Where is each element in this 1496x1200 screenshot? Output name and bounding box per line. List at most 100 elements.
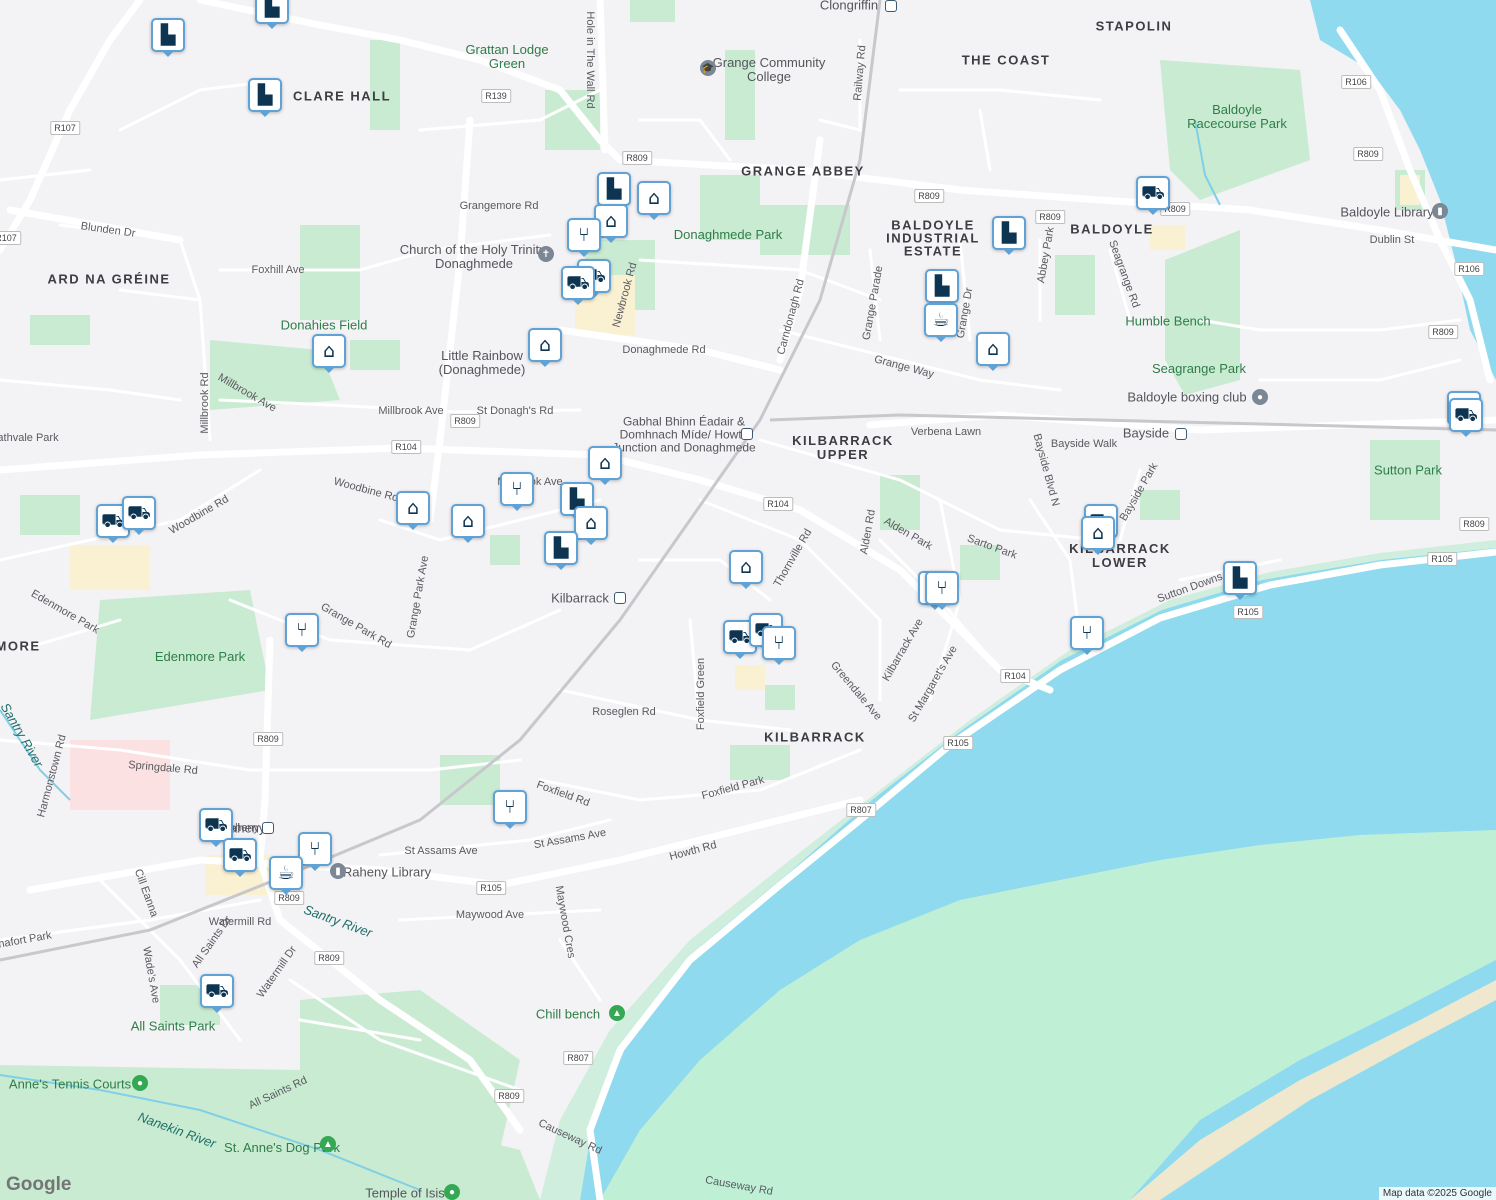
map-pin-school[interactable]: ⌂ [528,328,562,367]
park-label-all-saints-park[interactable]: All Saints Park [131,1019,216,1034]
map-pin-school[interactable]: ⌂ [976,332,1010,371]
map-pin-coffee[interactable]: ☕ [269,856,303,895]
park-label-sutton-park[interactable]: Sutton Park [1374,463,1442,478]
map-pin-shopping-bag[interactable]: ▙ [544,531,578,570]
map-pin-school[interactable]: ⌂ [588,446,622,485]
raheny-library-poi-icon[interactable]: ▮ [330,863,346,879]
map-pin-school[interactable]: ⌂ [451,504,485,543]
road-shield: R107 [0,231,21,245]
howth-junction-station-icon[interactable] [741,428,753,440]
map-pin-shopping-cart[interactable]: ⛟ [1136,176,1170,215]
map-pin-school[interactable]: ⌂ [312,334,346,373]
map-pin-shopping-cart[interactable]: ⛟ [1449,398,1483,437]
shopping-bag-icon: ▙ [257,83,273,106]
school-icon: ⌂ [538,333,552,356]
road-shield: R807 [846,803,876,817]
restaurant-icon: ⑂ [504,795,516,818]
map-pin-restaurant[interactable]: ⑂ [298,832,332,871]
poi-label-little-rainbow[interactable]: Little Rainbow (Donaghmede) [422,349,542,377]
area-label-kilbarrack-upper: KILBARRACK UPPER [792,433,894,462]
poi-label-bayside[interactable]: Bayside [1123,426,1169,441]
shopping-bag-icon: ▙ [160,23,176,46]
road-shield: R809 [622,151,652,165]
poi-label-baldoyle-library[interactable]: Baldoyle Library [1340,205,1433,220]
park-label-chill-bench[interactable]: Chill bench [536,1007,600,1022]
restaurant-icon: ⑂ [1081,621,1093,644]
school-poi-icon[interactable]: 🎓 [700,60,716,76]
map-pin-restaurant[interactable]: ⑂ [925,571,959,610]
school-icon: ⌂ [598,451,612,474]
map-pin-school[interactable]: ⌂ [396,491,430,530]
map-canvas[interactable]: CLARE HALL ARD NA GRÉINE GRANGE ABBEY THE C… [0,0,1496,1200]
park-label-donahies[interactable]: Donahies Field [281,318,368,333]
map-pin-shopping-cart[interactable]: ⛟ [122,496,156,535]
school-icon: ⌂ [322,339,336,362]
map-pin-shopping-bag[interactable]: ▙ [925,269,959,308]
map-pin-shopping-bag[interactable]: ▙ [1223,561,1257,600]
library-poi-icon[interactable]: ▮ [1432,203,1448,219]
map-pin-shopping-bag[interactable]: ▙ [992,216,1026,255]
park-label-baldoyle-racecourse[interactable]: Baldoyle Racecourse Park [1187,103,1287,131]
coffee-icon: ☕ [932,308,950,331]
map-pin-school[interactable]: ⌂ [574,506,608,545]
chill-bench-poi-icon[interactable]: ▲ [609,1005,625,1021]
map-pin-school[interactable]: ⌂ [1081,516,1115,555]
google-logo: Google [6,1174,72,1195]
map-pin-shopping-cart[interactable]: ⛟ [561,266,595,305]
poi-label-baldoyle-boxing[interactable]: Baldoyle boxing club [1127,390,1246,405]
poi-label-raheny-library[interactable]: Raheny Library [343,865,431,880]
map-pin-shopping-bag[interactable]: ▙ [248,78,282,117]
poi-label-grange-college[interactable]: Grange Community College [709,56,829,84]
map-pin-school[interactable]: ⌂ [637,181,671,220]
map-pin-restaurant[interactable]: ⑂ [500,472,534,511]
park-label-humble-bench[interactable]: Humble Bench [1125,314,1210,329]
church-poi-icon[interactable]: ✝ [538,246,554,262]
road-shield: R809 [450,414,480,428]
restaurant-icon: ⑂ [936,576,948,599]
tennis-poi-icon[interactable]: ● [132,1075,148,1091]
map-pin-shopping-bag[interactable]: ▙ [597,172,631,211]
shopping-cart-icon: ⛟ [127,501,151,524]
poi-label-howth-junction[interactable]: Gabhal Bhinn Éadair & Domhnach Míde/ How… [609,415,759,455]
raheny-station-icon[interactable] [262,822,274,834]
shopping-bag-icon: ▙ [606,177,622,200]
bayside-station-icon[interactable] [1175,428,1187,440]
road-label-r18: Dublin St [1369,234,1415,246]
road-shield: R105 [943,736,973,750]
poi-label-church[interactable]: Church of the Holy Trinity, Donaghmede [399,243,549,271]
school-icon: ⌂ [604,209,618,232]
kilbarrack-station-icon[interactable] [614,592,626,604]
shopping-bag-icon: ▙ [934,274,950,297]
map-pin-restaurant[interactable]: ⑂ [567,218,601,257]
map-pin-shopping-cart[interactable]: ⛟ [223,838,257,877]
park-label-st-annes-tennis[interactable]: Anne's Tennis Courts [9,1077,131,1092]
map-pin-restaurant[interactable]: ⑂ [1070,616,1104,655]
map-pin-shopping-bag[interactable]: ▙ [151,18,185,57]
park-label-seagrange[interactable]: Seagrange Park [1139,362,1259,376]
clongriffin-station-icon[interactable] [885,0,897,12]
shopping-bag-icon: ▙ [1001,221,1017,244]
park-label-grattan[interactable]: Grattan Lodge Green [447,43,567,71]
road-label-r38: Maywood Ave [455,909,525,921]
poi-label-kilbarrack-station[interactable]: Kilbarrack [551,591,609,606]
map-pin-shopping-cart[interactable]: ⛟ [200,974,234,1013]
park-label-donaghmede-park[interactable]: Donaghmede Park [668,228,788,242]
poi-label-temple-of-isis[interactable]: Temple of Isis [365,1186,444,1200]
school-icon: ⌂ [406,496,420,519]
temple-poi-icon[interactable]: ● [444,1184,460,1200]
map-pin-shopping-bag[interactable]: ▙ [255,0,289,29]
map-pin-restaurant[interactable]: ⑂ [285,613,319,652]
map-pin-school[interactable]: ⌂ [729,550,763,589]
boxing-club-poi-icon[interactable]: ● [1252,389,1268,405]
poi-label-clongriffin[interactable]: Clongriffin [820,0,878,13]
map-pin-restaurant[interactable]: ⑂ [493,790,527,829]
park-label-edenmore-park[interactable]: Edenmore Park [140,650,260,664]
map-pin-shopping-cart[interactable]: ⛟ [199,808,233,847]
shopping-bag-icon: ▙ [553,536,569,559]
map-pin-coffee[interactable]: ☕ [924,303,958,342]
dog-park-poi-icon[interactable]: ▲ [320,1136,336,1152]
school-icon: ⌂ [647,186,661,209]
map-pin-restaurant[interactable]: ⑂ [762,626,796,665]
road-shield: R809 [314,951,344,965]
road-shield: R104 [763,497,793,511]
